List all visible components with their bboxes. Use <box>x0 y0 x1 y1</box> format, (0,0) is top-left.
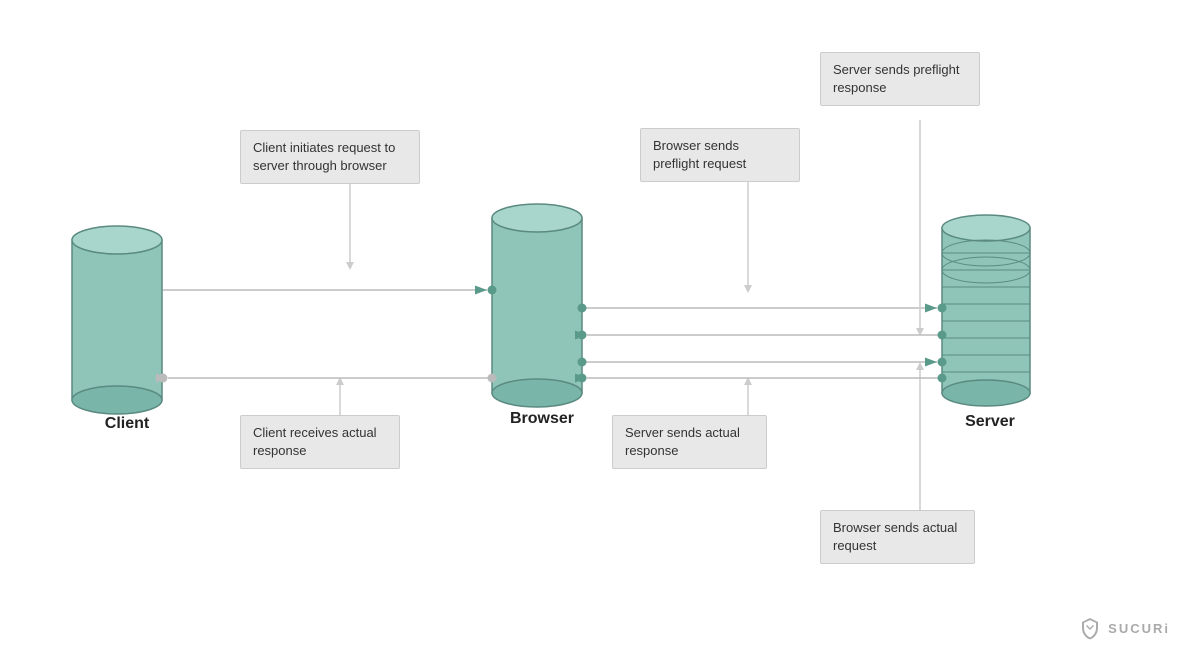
label-browser-preflight-request: Browser sends preflight request <box>640 128 800 182</box>
client-label: Client <box>82 415 172 433</box>
sucuri-icon <box>1078 616 1102 640</box>
diagram-container: Client initiates request to server throu… <box>0 0 1200 660</box>
label-server-preflight-response: Server sends preflight response <box>820 52 980 106</box>
label-client-initiates: Client initiates request to server throu… <box>240 130 420 184</box>
diagram-svg <box>0 0 1200 660</box>
sucuri-text: SUCURi <box>1108 621 1170 636</box>
label-client-receives: Client receives actual response <box>240 415 400 469</box>
sucuri-logo: SUCURi <box>1078 616 1170 640</box>
label-server-actual-response: Server sends actual response <box>612 415 767 469</box>
server-label: Server <box>945 413 1035 431</box>
browser-label: Browser <box>497 410 587 428</box>
label-browser-actual-request: Browser sends actual request <box>820 510 975 564</box>
